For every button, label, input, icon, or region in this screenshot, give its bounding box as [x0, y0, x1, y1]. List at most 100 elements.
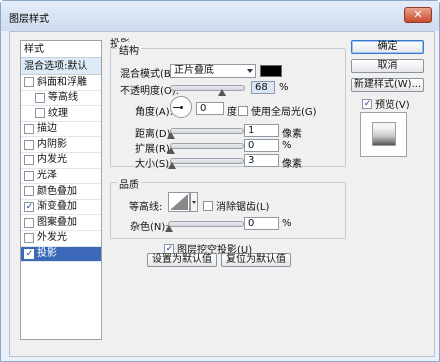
angle-dial[interactable]	[170, 96, 192, 118]
style-item-checkbox[interactable]	[24, 77, 34, 88]
style-list-header[interactable]: 样式	[21, 41, 101, 58]
style-list-item[interactable]: 图案叠加	[21, 215, 101, 231]
style-item-label: 渐变叠加	[37, 201, 77, 213]
spread-slider[interactable]	[167, 143, 244, 154]
noise-slider[interactable]	[165, 221, 244, 232]
spread-input[interactable]: 0	[244, 139, 279, 152]
quality-title: 品质	[117, 176, 141, 191]
chevron-down-icon	[247, 69, 253, 73]
style-item-checkbox[interactable]	[24, 139, 34, 150]
blend-mode-value: 正片叠底	[174, 65, 214, 76]
style-item-checkbox[interactable]	[24, 186, 34, 197]
spread-unit: %	[282, 140, 292, 151]
style-item-checkbox[interactable]	[24, 124, 34, 135]
style-item-label: 图案叠加	[37, 216, 77, 228]
contour-picker[interactable]	[168, 192, 190, 212]
set-default-button[interactable]: 设置为默认值	[147, 253, 217, 267]
style-item-label: 颜色叠加	[37, 185, 77, 197]
style-item-label: 外发光	[37, 232, 67, 244]
style-list-item[interactable]: 内阴影	[21, 137, 101, 153]
structure-title: 结构	[117, 42, 141, 57]
style-item-label: 内发光	[37, 154, 67, 166]
title-bar[interactable]: 图层样式 ✕	[1, 1, 439, 31]
style-item-label: 纹理	[48, 107, 68, 119]
anti-alias-label: 消除锯齿(L)	[216, 202, 270, 213]
style-preview-swatch	[372, 122, 396, 146]
global-light-label: 使用全局光(G)	[251, 107, 317, 118]
ok-button[interactable]: 确定	[351, 40, 424, 54]
size-input[interactable]: 3	[244, 154, 279, 167]
angle-unit: 度	[227, 107, 237, 118]
contour-curve-icon	[170, 194, 188, 210]
style-item-checkbox[interactable]	[35, 92, 45, 103]
style-list-item[interactable]: 描边	[21, 122, 101, 138]
cancel-button[interactable]: 取消	[351, 59, 424, 73]
style-list-item[interactable]: 外发光	[21, 231, 101, 247]
style-list-item[interactable]: 等高线	[21, 91, 101, 107]
style-list-item[interactable]: 纹理	[21, 106, 101, 122]
style-item-checkbox[interactable]	[24, 217, 34, 228]
shadow-color-swatch[interactable]	[260, 65, 282, 77]
noise-label: 杂色(N):	[130, 222, 169, 233]
style-item-label: 投影	[37, 248, 57, 260]
style-list-item[interactable]: 内发光	[21, 153, 101, 169]
distance-slider-thumb[interactable]	[167, 132, 175, 139]
close-icon[interactable]: ✕	[404, 7, 432, 23]
style-list-item[interactable]: 斜面和浮雕	[21, 75, 101, 91]
size-slider-thumb[interactable]	[168, 162, 176, 169]
size-slider[interactable]	[168, 158, 244, 169]
style-list-item[interactable]: 渐变叠加	[21, 200, 101, 216]
style-preview	[360, 112, 407, 157]
preview-check-box[interactable]	[362, 98, 372, 109]
noise-slider-thumb[interactable]	[165, 225, 173, 232]
noise-input[interactable]: 0	[244, 217, 279, 230]
opacity-unit: %	[279, 82, 289, 93]
style-list-item[interactable]: 投影	[21, 246, 101, 263]
global-light-check-box[interactable]	[238, 105, 248, 116]
spread-slider-thumb[interactable]	[167, 147, 175, 154]
noise-unit: %	[282, 218, 292, 229]
style-list: 样式 混合选项:默认 斜面和浮雕等高线纹理描边内阴影内发光光泽颜色叠加渐变叠加图…	[20, 40, 102, 340]
angle-input[interactable]: 0	[196, 102, 224, 115]
style-item-label: 内阴影	[37, 138, 67, 150]
preview-checkbox[interactable]: 预览(V)	[362, 96, 410, 111]
size-label: 大小(S):	[135, 159, 173, 170]
distance-input[interactable]: 1	[244, 124, 279, 137]
dialog-body: 样式 混合选项:默认 斜面和浮雕等高线纹理描边内阴影内发光光泽颜色叠加渐变叠加图…	[9, 31, 435, 357]
style-item-checkbox[interactable]	[24, 248, 34, 259]
style-item-label: 光泽	[37, 170, 57, 182]
contour-label: 等高线:	[129, 202, 163, 213]
style-list-item[interactable]: 光泽	[21, 169, 101, 185]
window-title: 图层样式	[9, 14, 49, 25]
style-item-checkbox[interactable]	[24, 170, 34, 181]
knockout-check-box[interactable]	[164, 243, 174, 254]
blend-mode-select[interactable]: 正片叠底	[170, 64, 256, 78]
layer-style-dialog: 图层样式 ✕ 样式 混合选项:默认 斜面和浮雕等高线纹理描边内阴影内发光光泽颜色…	[0, 0, 440, 362]
style-item-label: 等高线	[48, 92, 78, 104]
opacity-slider[interactable]	[170, 85, 245, 96]
distance-slider[interactable]	[167, 128, 244, 139]
style-item-checkbox[interactable]	[24, 202, 34, 213]
style-item-checkbox[interactable]	[24, 233, 34, 244]
new-style-button[interactable]: 新建样式(W)...	[351, 78, 424, 92]
blend-options-item[interactable]: 混合选项:默认	[21, 58, 101, 75]
angle-dial-center	[180, 106, 183, 109]
contour-dropdown[interactable]	[190, 192, 198, 212]
distance-unit: 像素	[282, 129, 302, 140]
style-list-item[interactable]: 颜色叠加	[21, 184, 101, 200]
opacity-input[interactable]: 68	[251, 81, 275, 94]
style-item-checkbox[interactable]	[35, 108, 45, 119]
style-item-label: 斜面和浮雕	[37, 76, 87, 88]
style-item-checkbox[interactable]	[24, 155, 34, 166]
anti-alias-check-box[interactable]	[203, 200, 213, 211]
chevron-down-icon	[192, 201, 196, 204]
anti-alias-checkbox[interactable]: 消除锯齿(L)	[203, 198, 269, 213]
preview-label: 预览(V)	[375, 100, 410, 111]
angle-label: 角度(A):	[135, 107, 174, 118]
style-items: 斜面和浮雕等高线纹理描边内阴影内发光光泽颜色叠加渐变叠加图案叠加外发光投影	[21, 75, 101, 263]
style-item-label: 描边	[37, 123, 57, 135]
reset-default-button[interactable]: 复位为默认值	[221, 253, 291, 267]
opacity-slider-thumb[interactable]	[218, 89, 226, 96]
size-unit: 像素	[282, 159, 302, 170]
global-light-checkbox[interactable]: 使用全局光(G)	[238, 103, 317, 118]
